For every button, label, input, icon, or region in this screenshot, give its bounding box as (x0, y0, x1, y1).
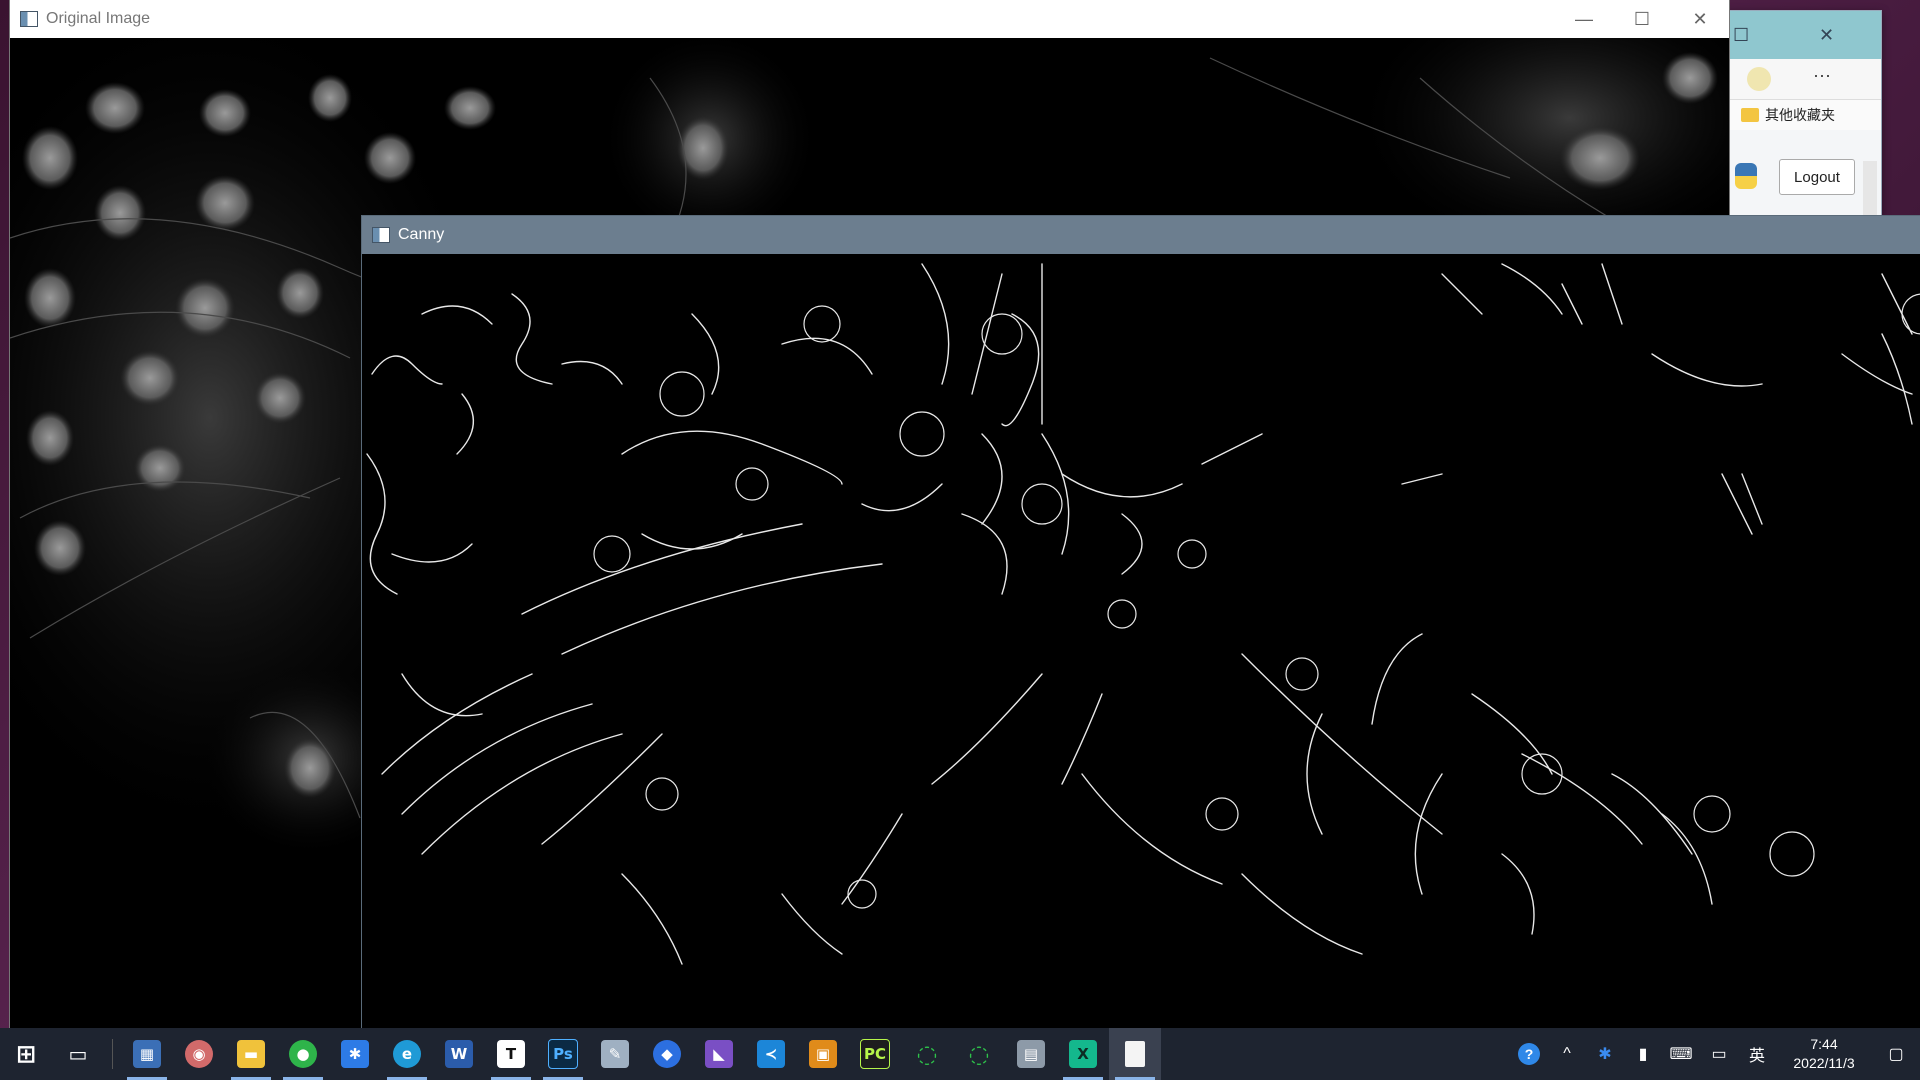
photoshop-icon: Ps (548, 1039, 578, 1069)
system-tray: ? ^ ✱ ▮ ⌨ ▭ 英 7:44 2022/11/3 ▢ (1510, 1028, 1920, 1080)
vscode-icon: ≺ (757, 1040, 785, 1068)
spinner-icon: ◌ (916, 1040, 938, 1068)
edge-icon: e (393, 1040, 421, 1068)
clock[interactable]: 7:44 2022/11/3 (1776, 1035, 1872, 1073)
map-pin-icon: ◆ (653, 1040, 681, 1068)
spinner-icon: ◌ (968, 1040, 990, 1068)
installer-button[interactable]: ▤ (1005, 1028, 1057, 1080)
browser-maximize-icon[interactable]: ☐ (1733, 25, 1749, 46)
browser-scrollbar[interactable] (1863, 161, 1877, 216)
logout-button[interactable]: Logout (1779, 159, 1855, 195)
profile-avatar-icon[interactable] (1747, 67, 1771, 91)
document-button[interactable]: ▯ (1109, 1028, 1161, 1080)
file-explorer-button[interactable]: ▬ (225, 1028, 277, 1080)
python-icon (1735, 163, 1757, 189)
original-image-title: Original Image (46, 10, 151, 27)
close-button[interactable]: ✕ (1671, 0, 1729, 38)
word-icon: W (445, 1040, 473, 1068)
typora-button[interactable]: T (485, 1028, 537, 1080)
calendar-icon: ▦ (133, 1040, 161, 1068)
canny-edge-image (362, 254, 1920, 1030)
wechat-icon: ● (289, 1040, 317, 1068)
pycharm-button[interactable]: PC (849, 1028, 901, 1080)
display-icon[interactable]: ▭ (1700, 1028, 1738, 1080)
remote-desktop-icon: ▣ (809, 1040, 837, 1068)
paint-icon: ◉ (185, 1040, 213, 1068)
visual-studio-icon: ◣ (705, 1040, 733, 1068)
feishu-button[interactable]: ✱ (329, 1028, 381, 1080)
clock-time: 7:44 (1810, 1036, 1838, 1052)
calendar-app-button[interactable]: ▦ (121, 1028, 173, 1080)
taskbar-separator (112, 1039, 113, 1069)
photoshop-button[interactable]: Ps (537, 1028, 589, 1080)
minimize-button[interactable]: — (1555, 0, 1613, 38)
remote-desktop-button[interactable]: ▣ (797, 1028, 849, 1080)
taskbar: ⊞ ▭ ▦ ◉ ▬ ● ✱ e W T Ps ✎ ◆ ◣ ≺ ▣ PC ◌ ◌ … (0, 1028, 1920, 1080)
edge-button[interactable]: e (381, 1028, 433, 1080)
show-hidden-icons-chevron-icon[interactable]: ^ (1548, 1028, 1586, 1080)
help-icon[interactable]: ? (1510, 1028, 1548, 1080)
window-app-icon (372, 227, 390, 243)
feishu-icon: ✱ (341, 1040, 369, 1068)
canny-titlebar[interactable]: Canny (362, 216, 1920, 254)
folder-icon: ▬ (237, 1040, 265, 1068)
vscode-button[interactable]: ≺ (745, 1028, 797, 1080)
canny-window: Canny (362, 216, 1920, 1030)
original-image-titlebar[interactable]: Original Image — ☐ ✕ (10, 0, 1729, 38)
task-view-button[interactable]: ▭ (52, 1028, 104, 1080)
clock-date: 2022/11/3 (1793, 1055, 1855, 1071)
folder-icon (1741, 108, 1759, 122)
maps-button[interactable]: ◆ (641, 1028, 693, 1080)
input-method-indicator[interactable]: 英 (1738, 1028, 1776, 1080)
loader-button-1[interactable]: ◌ (901, 1028, 953, 1080)
canny-title: Canny (398, 226, 445, 243)
browser-close-icon[interactable]: ✕ (1819, 25, 1834, 46)
visual-studio-button[interactable]: ◣ (693, 1028, 745, 1080)
feishu-tray-icon[interactable]: ✱ (1586, 1028, 1624, 1080)
document-icon: ▯ (1125, 1041, 1145, 1067)
word-button[interactable]: W (433, 1028, 485, 1080)
battery-icon[interactable]: ▮ (1624, 1028, 1662, 1080)
installer-icon: ▤ (1017, 1040, 1045, 1068)
x-app-button[interactable]: X (1057, 1028, 1109, 1080)
task-view-icon: ▭ (68, 1042, 88, 1066)
x-app-icon: X (1069, 1040, 1097, 1068)
typora-icon: T (497, 1040, 525, 1068)
wechat-button[interactable]: ● (277, 1028, 329, 1080)
notepad-icon: ✎ (601, 1040, 629, 1068)
notepad-button[interactable]: ✎ (589, 1028, 641, 1080)
loader-button-2[interactable]: ◌ (953, 1028, 1005, 1080)
edge-detection-output (366, 263, 1920, 965)
paint-app-button[interactable]: ◉ (173, 1028, 225, 1080)
favorites-folder-label[interactable]: 其他收藏夹 (1765, 105, 1835, 125)
windows-icon: ⊞ (15, 1040, 37, 1068)
maximize-button[interactable]: ☐ (1613, 0, 1671, 38)
start-button[interactable]: ⊞ (0, 1028, 52, 1080)
keyboard-icon[interactable]: ⌨ (1662, 1028, 1700, 1080)
more-options-icon[interactable]: ··· (1813, 65, 1831, 86)
notification-center-icon[interactable]: ▢ (1872, 1028, 1920, 1080)
pycharm-icon: PC (860, 1039, 890, 1069)
window-app-icon (20, 11, 38, 27)
